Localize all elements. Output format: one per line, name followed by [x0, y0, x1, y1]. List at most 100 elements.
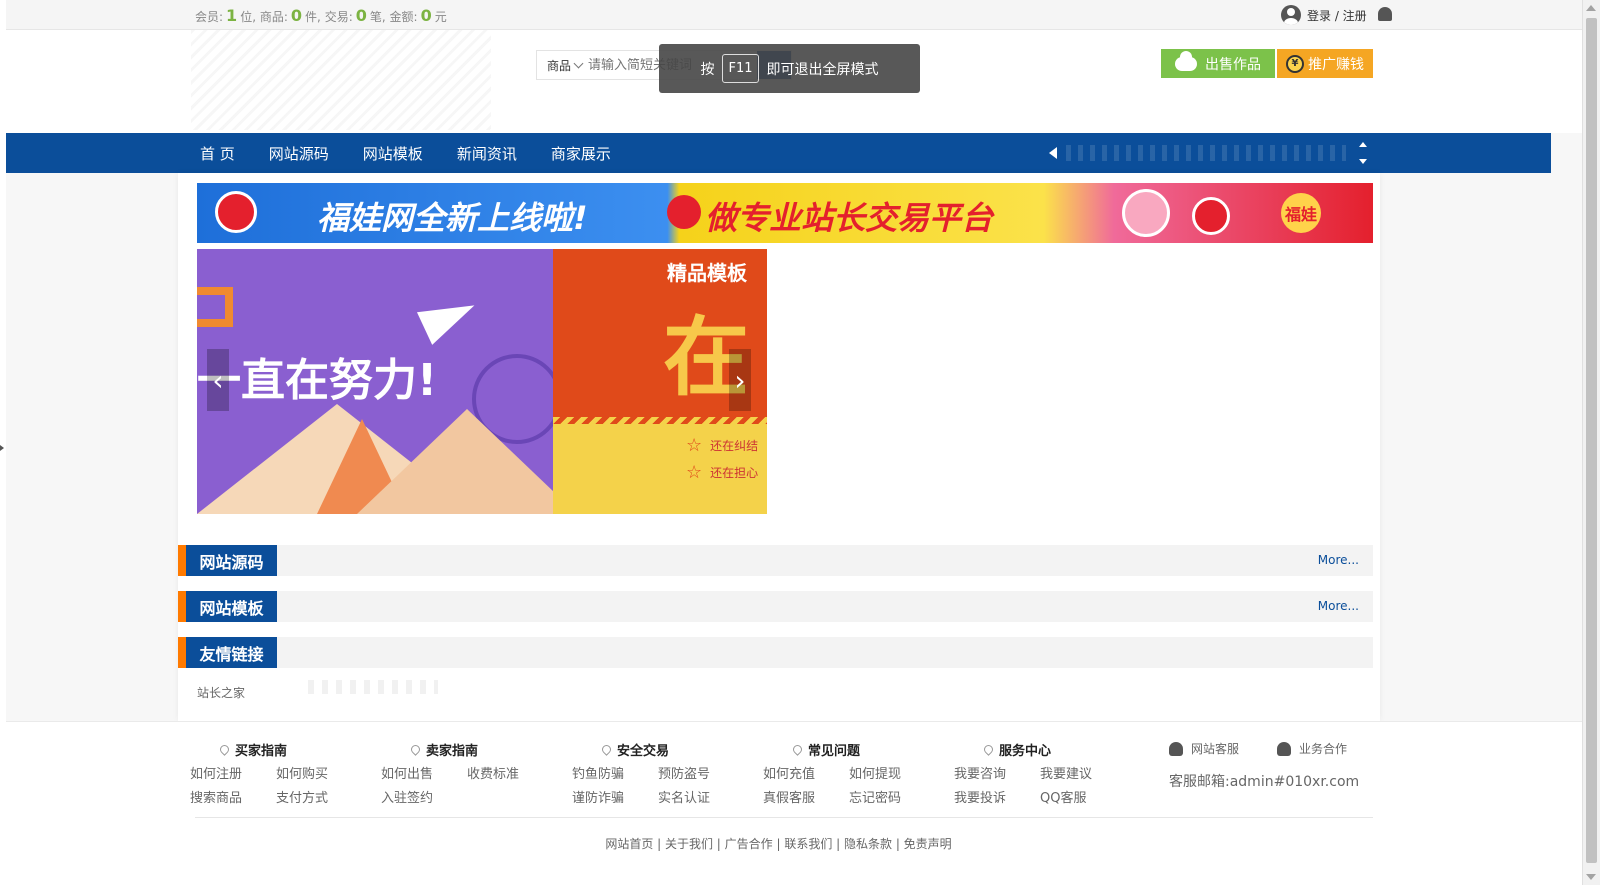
- stat-amount-value: 0: [420, 6, 432, 25]
- friend-link-placeholder[interactable]: [308, 680, 438, 694]
- login-register-link[interactable]: 登录 / 注册: [1281, 5, 1367, 25]
- site-service-link[interactable]: 网站客服: [1169, 740, 1239, 757]
- footer-link[interactable]: 预防盗号: [658, 763, 744, 782]
- footer-link[interactable]: 真假客服: [763, 787, 849, 806]
- footer-link[interactable]: 支付方式: [276, 787, 362, 806]
- footer-col-service: 服务中心 我要咨询 我要建议 我要投诉 QQ客服: [954, 740, 1126, 806]
- footer-col-buyer: 买家指南 如何注册 如何购买 搜索商品 支付方式: [190, 740, 362, 806]
- site-logo[interactable]: [191, 30, 491, 130]
- footer-col-seller: 卖家指南 如何出售 收费标准 入驻签约: [381, 740, 553, 806]
- nav-item-templates[interactable]: 网站模板: [346, 143, 440, 164]
- scroll-down-icon[interactable]: [1586, 874, 1596, 880]
- footer-link[interactable]: 我要建议: [1040, 763, 1126, 782]
- mountain-decoration: [357, 409, 577, 514]
- footer-divider: [195, 817, 1373, 818]
- star-icon: ☆: [686, 462, 703, 483]
- stat-goods-label: 商品:: [259, 10, 288, 24]
- section-title: 网站模板: [186, 591, 277, 622]
- section-accent-bar: [178, 637, 186, 668]
- footer-link[interactable]: 如何出售: [381, 763, 467, 782]
- section-accent-bar: [178, 545, 186, 576]
- speaker-icon: [1049, 147, 1057, 159]
- section-friend-links: 友情链接: [178, 637, 1373, 668]
- nav-item-merchants[interactable]: 商家展示: [534, 143, 628, 164]
- pin-icon: [600, 743, 613, 756]
- chevron-up-icon[interactable]: [1359, 142, 1367, 147]
- login-register-label: 登录 / 注册: [1307, 8, 1367, 23]
- stat-amount-label: 金额:: [389, 10, 418, 24]
- sell-work-button[interactable]: 出售作品: [1161, 49, 1275, 78]
- footer-col-title: 买家指南: [235, 744, 288, 759]
- friend-link[interactable]: 站长之家: [197, 684, 245, 701]
- footer-link[interactable]: 实名认证: [658, 787, 744, 806]
- star-icon: ☆: [686, 435, 703, 456]
- footer: 买家指南 如何注册 如何购买 搜索商品 支付方式 卖家指南 如何出售 收费标准 …: [6, 721, 1582, 885]
- scroll-up-icon[interactable]: [1586, 5, 1596, 11]
- footer-link[interactable]: 入驻签约: [381, 787, 467, 806]
- section-accent-bar: [178, 591, 186, 622]
- footer-bottom-links[interactable]: 网站首页 | 关于我们 | 广告合作 | 联系我们 | 隐私条款 | 免责声明: [6, 835, 1551, 852]
- promo-banner[interactable]: 福娃网全新上线啦! 做专业站长交易平台 福娃: [197, 183, 1373, 243]
- chevron-down-icon[interactable]: [1359, 159, 1367, 164]
- fuwa-mascot-decoration: [1122, 189, 1170, 237]
- pin-icon: [982, 743, 995, 756]
- nav-item-home[interactable]: 首 页: [200, 143, 252, 164]
- banner-slogan: 做专业站长交易平台: [705, 199, 994, 237]
- footer-col-title: 服务中心: [999, 744, 1052, 759]
- notice-scroll-control[interactable]: [1358, 142, 1368, 164]
- qq-icon: [1169, 741, 1183, 756]
- pin-icon: [218, 743, 231, 756]
- footer-link[interactable]: 如何提现: [849, 763, 935, 782]
- main-content: 福娃网全新上线啦! 做专业站长交易平台 福娃 一直在努力! 精品模板 在 ☆ 还…: [178, 173, 1380, 721]
- slide-headline: 一直在努力!: [197, 355, 438, 406]
- footer-link[interactable]: 如何充值: [763, 763, 849, 782]
- slide-title: 精品模板: [667, 261, 747, 285]
- sidebar-toggle-icon[interactable]: [0, 445, 4, 451]
- scroll-thumb[interactable]: [1586, 18, 1597, 863]
- stat-amount-unit: 元: [434, 10, 447, 24]
- slider-next-button[interactable]: ›: [729, 349, 751, 411]
- footer-col-title: 常见问题: [808, 744, 861, 759]
- slide-line: ☆ 还在担心: [686, 462, 758, 483]
- image-slider[interactable]: 一直在努力! 精品模板 在 ☆ 还在纠结 ☆ 还在担心 ‹ ›: [197, 249, 767, 514]
- money-bag-icon: ¥: [1286, 54, 1304, 73]
- footer-link[interactable]: 搜索商品: [190, 787, 276, 806]
- stat-trades-value: 0: [355, 6, 367, 25]
- section-title: 网站源码: [186, 545, 277, 576]
- stat-trades-label: 交易:: [324, 10, 353, 24]
- promote-earn-button[interactable]: ¥ 推广赚钱: [1277, 49, 1373, 78]
- footer-link[interactable]: 我要咨询: [954, 763, 1040, 782]
- footer-col-faq: 常见问题 如何充值 如何提现 真假客服 忘记密码: [763, 740, 935, 806]
- section-source-code: 网站源码 More...: [178, 545, 1373, 576]
- footer-link[interactable]: 忘记密码: [849, 787, 935, 806]
- stat-goods-unit: 件,: [305, 10, 321, 24]
- footer-link[interactable]: QQ客服: [1040, 787, 1126, 806]
- footer-link[interactable]: 如何购买: [276, 763, 362, 782]
- koi-fish-decoration-right: [1192, 197, 1230, 235]
- nav-item-news[interactable]: 新闻资讯: [440, 143, 534, 164]
- lantern-decoration: [667, 195, 701, 229]
- paper-plane-icon: [416, 289, 483, 345]
- page-scrollbar[interactable]: [1582, 0, 1600, 885]
- slider-prev-button[interactable]: ‹: [207, 349, 229, 411]
- toast-key: F11: [722, 54, 759, 83]
- slide-line: ☆ 还在纠结: [686, 435, 758, 456]
- site-stats: 会员: 1 位, 商品: 0 件, 交易: 0 笔, 金额: 0 元: [195, 6, 447, 25]
- footer-link[interactable]: 收费标准: [467, 763, 553, 782]
- notice-ticker[interactable]: [1066, 145, 1346, 161]
- business-link[interactable]: 业务合作: [1277, 740, 1347, 757]
- footer-link[interactable]: 如何注册: [190, 763, 276, 782]
- topbar: 会员: 1 位, 商品: 0 件, 交易: 0 笔, 金额: 0 元 登录 / 注册: [6, 0, 1582, 30]
- qq-bell-icon[interactable]: [1378, 7, 1392, 21]
- footer-link[interactable]: 钓鱼防骗: [572, 763, 658, 782]
- promote-earn-label: 推广赚钱: [1308, 56, 1364, 73]
- more-link[interactable]: More...: [1318, 553, 1359, 567]
- koi-fish-decoration: [215, 191, 257, 233]
- sell-work-label: 出售作品: [1205, 56, 1261, 73]
- footer-link[interactable]: 我要投诉: [954, 787, 1040, 806]
- nav-item-source-code[interactable]: 网站源码: [252, 143, 346, 164]
- search-category-select[interactable]: 商品: [537, 57, 588, 74]
- stat-trades-unit: 笔,: [369, 10, 386, 24]
- more-link[interactable]: More...: [1318, 599, 1359, 613]
- footer-link[interactable]: 谨防诈骗: [572, 787, 658, 806]
